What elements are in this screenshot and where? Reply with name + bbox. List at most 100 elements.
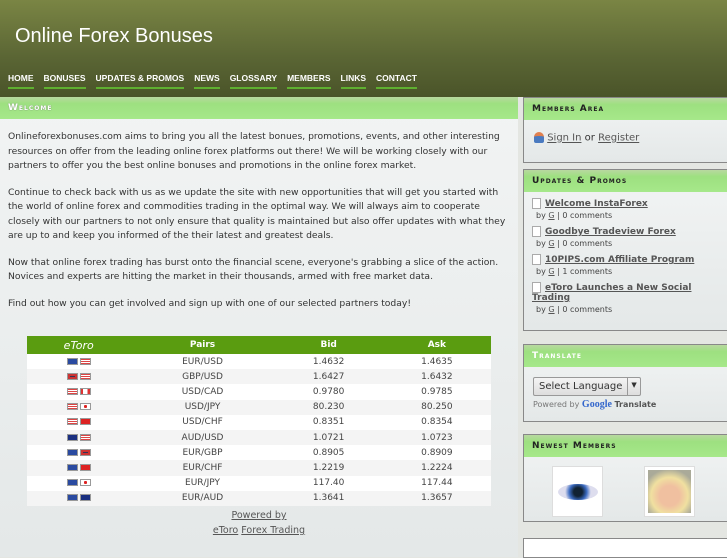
pair: USD/JPY [130,399,275,415]
flag-us-icon [66,418,78,426]
members-area-panel: Members Area Sign In or Register [523,97,727,163]
col-bid: Bid [274,336,383,354]
bid: 0.8905 [274,445,383,461]
document-icon [532,282,541,293]
flag-us-icon [79,357,91,365]
flag-eu-icon [66,479,78,487]
flag-ch-icon [79,463,91,471]
flags [27,429,131,446]
flag-gb-icon [79,448,91,456]
flag-us-icon [66,387,78,395]
powered-by-text: Powered by [533,400,580,409]
update-title-link[interactable]: Welcome InstaForex [545,199,648,209]
forex-trading-link[interactable]: Forex Trading [241,525,305,536]
ask: 1.3657 [382,490,491,506]
member-avatar-eye[interactable] [552,466,603,517]
pair: EUR/AUD [130,490,275,506]
bid: 1.3641 [274,490,383,506]
ask: 117.44 [382,475,491,491]
flag-jp-icon [79,403,91,411]
powered-by: Powered by eToro Forex Trading [0,508,518,538]
pair: USD/CHF [130,414,275,430]
document-icon [532,198,541,209]
intro-paragraph: Continue to check back with us as we upd… [8,186,506,242]
rate-row: EUR/GBP 0.8905 0.8909 [27,445,491,461]
ask: 0.8909 [382,445,491,461]
nav-members[interactable]: MEMBERS [287,73,331,89]
author-link[interactable]: G [548,211,554,220]
pair: EUR/JPY [130,475,275,491]
author-link[interactable]: G [548,267,554,276]
etoro-link[interactable]: eToro [213,525,238,536]
bid: 1.2219 [274,460,383,476]
update-title-link[interactable]: Goodbye Tradeview Forex [545,227,676,237]
rate-row: GBP/USD 1.6427 1.6432 [27,369,491,385]
by-text: by [536,305,546,314]
select-language-label: Select Language [539,381,623,392]
welcome-heading: Welcome [0,97,518,119]
sign-in-link[interactable]: Sign In [547,133,581,144]
nav-home[interactable]: HOME [8,73,34,89]
flag-ca-icon [79,387,91,395]
rate-row: AUD/USD 1.0721 1.0723 [27,429,491,446]
pair: EUR/USD [130,354,275,370]
ask: 80.250 [382,399,491,415]
document-icon [532,226,541,237]
pair: GBP/USD [130,369,275,385]
or-text: or [584,132,595,144]
translate-panel: Translate Select Language ▼ Powered by G… [523,344,727,422]
update-title-link[interactable]: 10PIPS.com Affiliate Program [545,255,694,265]
by-text: by [536,239,546,248]
ask: 1.0723 [382,429,491,446]
site-title[interactable]: Online Forex Bonuses [15,25,213,48]
bid: 1.0721 [274,429,383,446]
flag-eu-icon [66,463,78,471]
intro-paragraph: Now that online forex trading has burst … [8,256,499,283]
flag-eu-icon [66,448,78,456]
col-ask: Ask [382,336,491,354]
flags [27,384,131,400]
bid: 0.9780 [274,384,383,400]
flag-au-icon [66,433,78,441]
flags [27,369,131,385]
flags [27,399,131,415]
nav-updates-promos[interactable]: UPDATES & PROMOS [95,73,185,89]
comment-count: | 0 comments [557,211,613,220]
col-pairs: Pairs [130,336,275,354]
flag-jp-icon [79,479,91,487]
bid: 117.40 [274,475,383,491]
author-link[interactable]: G [548,239,554,248]
register-link[interactable]: Register [598,133,639,144]
language-select[interactable]: Select Language ▼ [533,377,641,396]
flag-ch-icon [79,418,91,426]
google-logo[interactable]: Google [582,399,612,410]
comment-count: | 0 comments [557,239,613,248]
nav-links[interactable]: LINKS [340,73,367,89]
pair: AUD/USD [130,429,275,446]
nav-glossary[interactable]: GLOSSARY [229,73,278,89]
updates-heading: Updates & Promos [524,170,727,192]
pair: EUR/CHF [130,460,275,476]
etoro-logo[interactable]: eToro [27,336,131,354]
flags [27,460,131,476]
bid: 1.4632 [274,354,383,370]
newest-members-panel: Newest Members [523,434,727,522]
pair: EUR/GBP [130,445,275,461]
rate-row: USD/JPY 80.230 80.250 [27,399,491,415]
powered-by-link[interactable]: Powered by [231,510,286,521]
bid: 1.6427 [274,369,383,385]
nav-contact[interactable]: CONTACT [376,73,417,89]
rate-row: EUR/AUD 1.3641 1.3657 [27,490,491,506]
pair: USD/CAD [130,384,275,400]
author-link[interactable]: G [548,305,554,314]
flag-eu-icon [66,494,78,502]
flags [27,490,131,506]
translate-text: Translate [614,400,657,409]
nav-news[interactable]: NEWS [194,73,220,89]
intro-paragraph: Find out how you can get involved and si… [8,297,412,309]
nav-bonuses[interactable]: BONUSES [43,73,86,89]
update-title-link[interactable]: eToro Launches a New Social Trading [532,283,691,303]
member-avatar-woman[interactable] [644,466,695,517]
bid: 80.230 [274,399,383,415]
by-text: by [536,211,546,220]
